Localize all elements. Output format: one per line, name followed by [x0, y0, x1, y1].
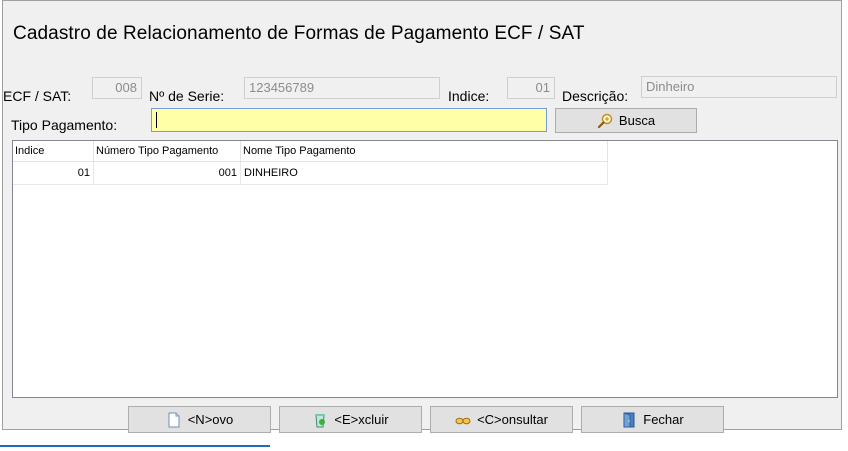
column-header-nome[interactable]: Nome Tipo Pagamento	[240, 141, 608, 162]
grid-header-row: Indice Número Tipo Pagamento Nome Tipo P…	[13, 141, 608, 162]
fechar-label: Fechar	[643, 412, 684, 427]
table-row[interactable]: 01 001 DINHEIRO	[13, 161, 608, 185]
consultar-label: <C>onsultar	[477, 412, 548, 427]
tipo-pagamento-label: Tipo Pagamento:	[11, 117, 118, 133]
column-header-numero[interactable]: Número Tipo Pagamento	[93, 141, 241, 162]
busca-label: Busca	[618, 113, 656, 128]
glasses-icon	[455, 412, 471, 428]
consultar-button[interactable]: <C>onsultar	[430, 406, 573, 433]
exit-door-icon	[621, 411, 637, 428]
descricao-field[interactable]: Dinheiro	[641, 76, 837, 98]
cell-nome: DINHEIRO	[240, 161, 608, 185]
ecf-label: ECF / SAT:	[3, 88, 72, 104]
magnifier-icon	[597, 113, 613, 129]
delete-icon	[312, 412, 328, 428]
serie-label: Nº de Serie:	[149, 88, 225, 104]
novo-button[interactable]: <N>ovo	[128, 406, 271, 433]
excluir-label: <E>xcluir	[334, 412, 389, 427]
descricao-label: Descrição:	[562, 88, 629, 104]
fechar-button[interactable]: Fechar	[581, 406, 724, 433]
tipo-pagamento-input[interactable]	[151, 108, 547, 132]
page-title: Cadastro de Relacionamento de Formas de …	[13, 23, 585, 44]
indice-label: Indice:	[448, 88, 490, 104]
busca-button[interactable]: Busca	[555, 108, 697, 133]
grid-table: Indice Número Tipo Pagamento Nome Tipo P…	[13, 141, 608, 185]
novo-label: <N>ovo	[187, 412, 234, 427]
serie-field[interactable]: 123456789	[244, 77, 440, 99]
text-caret	[156, 112, 157, 128]
formas-pagamento-grid[interactable]: Indice Número Tipo Pagamento Nome Tipo P…	[12, 140, 838, 398]
indice-field[interactable]: 01	[507, 77, 555, 99]
new-document-icon	[166, 412, 182, 428]
ecf-field[interactable]: 008	[92, 77, 142, 99]
column-header-indice[interactable]: Indice	[13, 141, 94, 162]
dialog-window: Cadastro de Relacionamento de Formas de …	[2, 0, 842, 433]
excluir-button[interactable]: <E>xcluir	[279, 406, 422, 433]
cell-numero: 001	[93, 161, 241, 185]
cell-indice: 01	[13, 161, 94, 185]
taskbar-accent-line	[0, 445, 270, 447]
